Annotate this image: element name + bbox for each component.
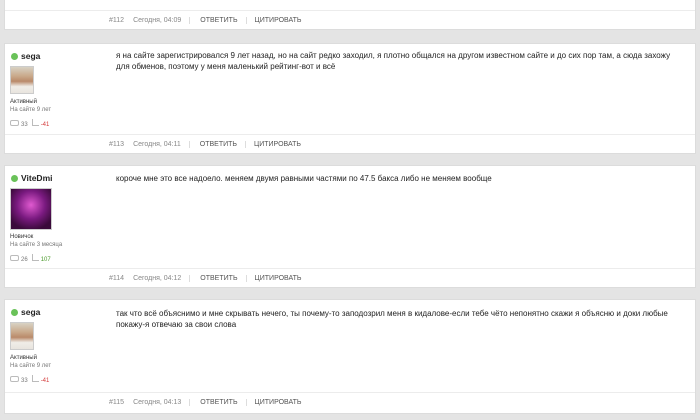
post-number[interactable]: #114 xyxy=(109,275,124,282)
user-rank: Активный xyxy=(10,355,37,361)
rating-icon xyxy=(31,254,39,261)
post-date: Сегодня, 04:12 xyxy=(133,275,191,282)
username[interactable]: sega xyxy=(11,307,101,317)
username-label[interactable]: sega xyxy=(21,307,40,317)
user-since: На сайте 3 месяца xyxy=(10,242,63,248)
online-status-icon xyxy=(11,174,18,182)
messages-stat: 26 xyxy=(10,254,28,263)
reply-button[interactable]: ОТВЕТИТЬ xyxy=(200,141,247,148)
post-footer: #115 Сегодня, 04:13 ОТВЕТИТЬ ЦИТИРОВАТЬ xyxy=(5,392,695,412)
rating-icon xyxy=(31,375,39,382)
username-label[interactable]: ViteDmi xyxy=(21,173,53,183)
post-date: Сегодня, 04:09 xyxy=(133,17,191,24)
post-115: sega Активный На сайте 9 лет 33 -41 так … xyxy=(4,299,696,414)
quote-button[interactable]: ЦИТИРОВАТЬ xyxy=(255,17,310,24)
quote-button[interactable]: ЦИТИРОВАТЬ xyxy=(254,141,309,148)
user-info: sega xyxy=(11,51,101,61)
rating-stat: -41 xyxy=(31,119,49,128)
comments-icon xyxy=(10,254,19,261)
post-text: так что всё объяснимо и мне скрывать неч… xyxy=(116,309,668,329)
post-text: короче мне это все надоело. меняем двумя… xyxy=(116,174,492,183)
online-status-icon xyxy=(11,308,18,316)
post-footer: #113 Сегодня, 04:11 ОТВЕТИТЬ ЦИТИРОВАТЬ xyxy=(5,134,695,154)
comments-icon xyxy=(10,375,19,382)
post-112: #112 Сегодня, 04:09 ОТВЕТИТЬ ЦИТИРОВАТЬ xyxy=(4,0,696,30)
post-number[interactable]: #112 xyxy=(109,17,124,24)
quote-button[interactable]: ЦИТИРОВАТЬ xyxy=(255,399,310,406)
post-date: Сегодня, 04:13 xyxy=(133,399,191,406)
post-113: sega Активный На сайте 9 лет 33 -41 я на… xyxy=(4,43,696,154)
avatar[interactable] xyxy=(10,188,52,230)
rating-stat: -41 xyxy=(31,375,49,384)
comments-icon xyxy=(10,119,19,126)
post-114: ViteDmi Новичок На сайте 3 месяца 26 107… xyxy=(4,165,696,288)
online-status-icon xyxy=(11,52,18,60)
post-footer: #112 Сегодня, 04:09 ОТВЕТИТЬ ЦИТИРОВАТЬ xyxy=(5,10,695,30)
user-stats: 33 -41 xyxy=(10,375,49,384)
post-footer: #114 Сегодня, 04:12 ОТВЕТИТЬ ЦИТИРОВАТЬ xyxy=(5,268,695,288)
reply-button[interactable]: ОТВЕТИТЬ xyxy=(200,399,247,406)
username-label[interactable]: sega xyxy=(21,51,40,61)
reply-button[interactable]: ОТВЕТИТЬ xyxy=(200,17,247,24)
username[interactable]: ViteDmi xyxy=(11,173,101,183)
user-rank: Активный xyxy=(10,99,37,105)
post-number[interactable]: #115 xyxy=(109,399,124,406)
user-since: На сайте 9 лет xyxy=(10,107,52,113)
post-date: Сегодня, 04:11 xyxy=(133,141,190,148)
rating-stat: 107 xyxy=(31,254,51,263)
avatar[interactable] xyxy=(10,66,34,94)
user-info: sega xyxy=(11,307,101,317)
avatar[interactable] xyxy=(10,322,34,350)
username[interactable]: sega xyxy=(11,51,101,61)
quote-button[interactable]: ЦИТИРОВАТЬ xyxy=(255,275,310,282)
messages-stat: 33 xyxy=(10,119,28,128)
post-text: я на сайте зарегистрировался 9 лет назад… xyxy=(116,51,671,71)
user-stats: 26 107 xyxy=(10,254,51,263)
user-info: ViteDmi xyxy=(11,173,101,183)
messages-stat: 33 xyxy=(10,375,28,384)
rating-icon xyxy=(31,119,39,126)
user-stats: 33 -41 xyxy=(10,119,49,128)
post-number[interactable]: #113 xyxy=(109,141,124,148)
reply-button[interactable]: ОТВЕТИТЬ xyxy=(200,275,247,282)
user-since: На сайте 9 лет xyxy=(10,363,52,369)
user-rank: Новичок xyxy=(10,234,34,240)
